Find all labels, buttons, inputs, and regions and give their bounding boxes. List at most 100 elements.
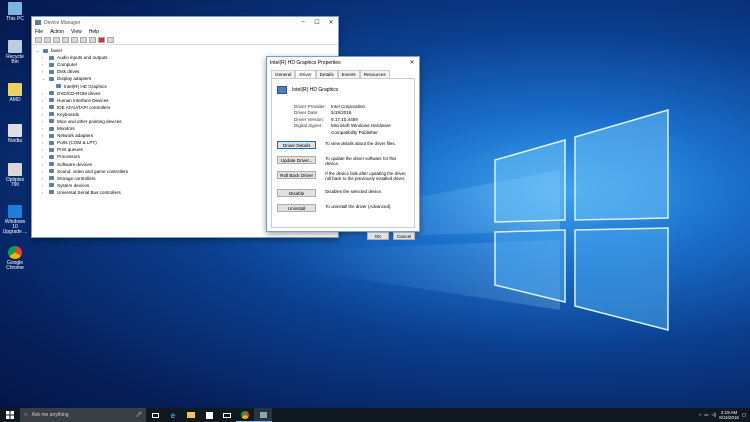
roll-back-driver-button[interactable]: Roll Back Driver [277,171,317,180]
properties-titlebar[interactable]: Intel(R) HD Graphics Properties ✕ [267,57,419,68]
edge-icon[interactable]: e [164,408,182,422]
menu-help[interactable]: Help [89,29,99,35]
chevron-right-icon[interactable]: › [42,190,49,195]
desktop-icon[interactable]: Optiplex 790 [2,163,28,188]
tab-driver[interactable]: Driver [295,70,316,78]
notifications-icon[interactable]: ▢ [742,412,746,418]
amd-folder-icon [8,83,22,96]
chevron-up-icon[interactable]: ^ [699,413,701,418]
monitor-icon[interactable] [80,37,87,43]
tab-general[interactable]: General [271,70,296,78]
minimize-button[interactable]: – [296,19,310,26]
tab-resources[interactable]: Resources [359,70,390,78]
close-button[interactable]: ✕ [405,59,419,66]
chevron-right-icon[interactable]: › [42,140,49,145]
desktop-icon-label: This PC [6,16,24,22]
chevron-right-icon[interactable]: › [42,162,49,167]
search-placeholder: Ask me anything [31,412,69,418]
store-icon[interactable] [200,408,218,422]
chevron-right-icon[interactable]: › [42,126,49,131]
tree-item-label: Intel(R) HD Graphics [64,83,107,89]
action-description: To uninstall the driver (Advanced). [325,204,392,210]
tree-item-label: Audio inputs and outputs [57,55,108,61]
maximize-button[interactable]: ☐ [310,19,324,26]
desktop-icon-label: Windows 10 Upgrade ... [2,219,28,235]
chevron-right-icon[interactable]: › [42,69,49,74]
forward-icon[interactable] [44,37,51,43]
scan-hardware-icon[interactable] [107,37,114,43]
menu-file[interactable]: File [35,29,43,35]
chevron-down-icon[interactable]: ⌄ [42,76,49,81]
tree-item-label: Network adapters [57,133,94,139]
chrome-icon[interactable] [236,408,254,422]
ok-button[interactable]: OK [367,232,389,240]
chevron-right-icon[interactable]: › [42,154,49,159]
update-driver-icon[interactable] [89,37,96,43]
action-description: If the device fails after updating the d… [325,171,407,182]
help-icon[interactable] [71,37,78,43]
device-category-icon [56,84,61,89]
uninstall-button[interactable]: Uninstall [277,204,317,213]
desktop-icon[interactable]: AMD [2,83,28,103]
mail-icon[interactable] [218,408,236,422]
tree-item-label: System devices [57,182,90,188]
desktop-icon[interactable]: Nvidia [2,124,28,144]
tab-events[interactable]: Events [337,70,360,78]
chevron-right-icon[interactable]: › [42,119,49,124]
tree-item-label: Software devices [57,161,92,167]
chevron-right-icon[interactable]: › [42,62,49,67]
close-button[interactable]: ✕ [324,19,338,26]
desktop-icon-label: AMD [9,97,21,103]
uninstall-icon[interactable] [98,37,105,43]
driver-details-button[interactable]: Driver Details [277,141,317,150]
device-category-icon [49,126,54,131]
device-manager-taskbar-icon[interactable] [254,408,272,422]
properties-icon[interactable] [53,37,60,43]
cortana-search-input[interactable]: ○ Ask me anything 🎤︎ [20,408,146,422]
refresh-icon[interactable] [62,37,69,43]
chevron-right-icon[interactable]: › [42,183,49,188]
chevron-right-icon[interactable]: › [42,176,49,181]
date: 8/15/2016 [719,415,739,420]
tree-item-label: Disk drives [57,69,80,75]
tree-item-label: Sound, video and game controllers [57,168,128,174]
tree-root[interactable]: ⌄ favier [36,47,334,54]
menu-action[interactable]: Action [50,29,64,35]
desktop-icon[interactable]: Windows 10 Upgrade ... [2,205,28,235]
device-manager-titlebar[interactable]: Device Manager – ☐ ✕ [32,17,338,28]
microphone-icon: 🎤︎ [135,412,142,418]
window-title: Device Manager [44,19,81,26]
network-icon[interactable]: ▭ [704,412,708,418]
update-driver-button[interactable]: Update Driver... [277,156,317,165]
driver-field: Digital Signer: Microsoft Windows Hardwar… [294,123,409,136]
chevron-right-icon[interactable]: › [42,112,49,117]
desktop-icon[interactable]: Recycle Bin [2,40,28,65]
menu-view[interactable]: View [71,29,82,35]
device-category-icon [49,91,54,96]
chevron-right-icon[interactable]: › [42,169,49,174]
toolbar [32,36,338,45]
chevron-right-icon[interactable]: › [42,91,49,96]
task-view-icon[interactable] [146,408,164,422]
cancel-button[interactable]: Cancel [393,232,415,240]
chevron-right-icon[interactable]: › [42,55,49,60]
tree-item-label: Computer [57,62,78,68]
computer-icon [43,48,48,53]
driver-action-row: Roll Back Driver If the device fails afte… [277,171,409,184]
chevron-right-icon[interactable]: › [42,133,49,138]
desktop-icon[interactable]: Google Chrome [2,246,28,271]
chevron-right-icon[interactable]: › [42,147,49,152]
volume-icon[interactable]: ◁) [711,412,716,418]
chevron-right-icon[interactable]: › [42,105,49,110]
properties-dialog[interactable]: Intel(R) HD Graphics Properties ✕ Genera… [266,56,420,240]
disable-button[interactable]: Disable [277,189,317,198]
clock[interactable]: 2:19 AM 8/15/2016 [719,410,739,420]
desktop-icon[interactable]: This PC [2,2,28,22]
back-icon[interactable] [35,37,42,43]
start-button[interactable] [0,408,20,422]
tree-item-label: Universal Serial Bus controllers [57,189,121,195]
chevron-down-icon[interactable]: ⌄ [36,48,43,53]
file-explorer-icon[interactable] [182,408,200,422]
tab-details[interactable]: Details [315,70,338,78]
chevron-right-icon[interactable]: › [42,98,49,103]
